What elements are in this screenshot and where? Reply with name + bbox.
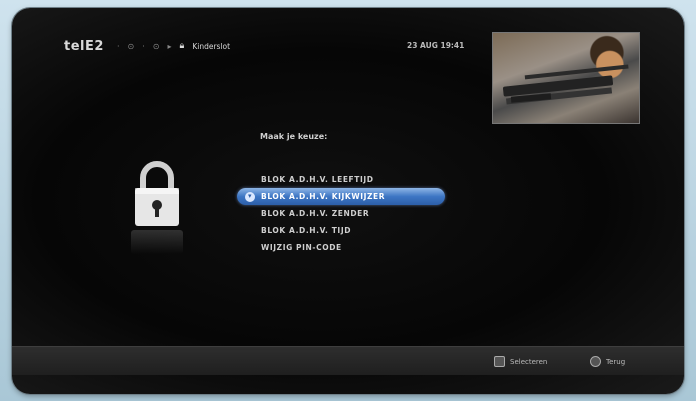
- lock-small-icon: 🔒︎: [179, 41, 185, 51]
- preview-image-detail: [502, 75, 614, 97]
- provider-logo: telE2: [64, 39, 104, 54]
- back-label: Terug: [606, 357, 626, 366]
- menu-item-channel[interactable]: BLOK A.D.H.V. ZENDER: [259, 205, 445, 222]
- menu-item-time[interactable]: BLOK A.D.H.V. TIJD: [259, 222, 445, 239]
- select-icon: [494, 356, 505, 367]
- breadcrumb: · ⊙ · ⊙ ▸ 🔒︎ Kinderslot: [117, 41, 230, 51]
- padlock-reflection: [131, 230, 183, 254]
- tv-screen: telE2 · ⊙ · ⊙ ▸ 🔒︎ Kinderslot 23 AUG 19:…: [12, 8, 684, 394]
- menu-item-change-pin[interactable]: WIJZIG PIN-CODE: [259, 239, 445, 256]
- breadcrumb-section: Kinderslot: [192, 41, 231, 51]
- menu-title: Maak je keuze:: [260, 132, 328, 141]
- selected-arrow-icon: ▾: [245, 191, 255, 202]
- live-tv-preview: [492, 32, 640, 124]
- breadcrumb-dot: ·: [117, 41, 120, 51]
- back-hint[interactable]: Terug: [590, 356, 625, 367]
- bottom-bar: Selecteren Terug: [12, 346, 684, 375]
- parental-lock-menu: BLOK A.D.H.V. LEEFTIJD ▾ BLOK A.D.H.V. K…: [237, 171, 445, 256]
- breadcrumb-arrow-icon: ▸: [167, 41, 172, 51]
- breadcrumb-settings-icon: ⊙: [152, 41, 160, 51]
- breadcrumb-home-icon: ⊙: [127, 41, 135, 51]
- padlock-icon: [135, 161, 179, 226]
- date-time: 23 AUG 19:41: [407, 41, 465, 50]
- back-icon: [590, 356, 601, 367]
- select-label: Selecteren: [510, 357, 548, 366]
- menu-item-label: BLOK A.D.H.V. KIJKWIJZER: [261, 192, 386, 201]
- menu-item-age[interactable]: BLOK A.D.H.V. LEEFTIJD: [259, 171, 445, 188]
- breadcrumb-dot: ·: [142, 41, 145, 51]
- select-hint[interactable]: Selecteren: [494, 356, 547, 367]
- menu-item-rating[interactable]: ▾ BLOK A.D.H.V. KIJKWIJZER: [237, 188, 445, 205]
